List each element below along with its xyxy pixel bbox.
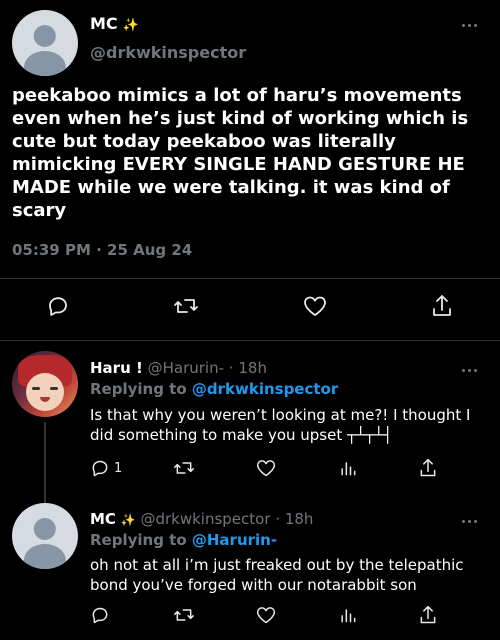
views-icon (341, 462, 356, 476)
views-icon (341, 609, 356, 623)
share-icon (420, 605, 436, 624)
divider (0, 278, 500, 279)
replying-to-link[interactable]: @drkwkinspector (192, 380, 338, 398)
tweet-text: Is that why you weren’t looking at me?! … (90, 406, 471, 444)
share-button[interactable] (430, 293, 454, 319)
separator: · (275, 510, 281, 528)
retweet-icon (174, 299, 198, 313)
author-name[interactable]: MC (90, 14, 118, 33)
more-icon[interactable] (458, 516, 480, 526)
replying-label: Replying to (90, 531, 187, 549)
like-button[interactable] (255, 458, 277, 478)
share-icon (420, 458, 436, 477)
like-button[interactable] (302, 294, 328, 318)
reply-button[interactable]: 1 (90, 458, 122, 478)
more-icon[interactable] (458, 20, 480, 30)
sparkles-icon: ✨ (122, 18, 139, 33)
views-button[interactable] (338, 458, 358, 478)
author-name[interactable]: MC (90, 510, 116, 528)
share-icon (433, 295, 451, 316)
like-button[interactable] (255, 605, 277, 625)
retweet-icon (174, 609, 194, 621)
reply-icon (49, 297, 67, 316)
avatar[interactable] (12, 351, 78, 417)
retweet-icon (174, 462, 194, 474)
retweet-button[interactable] (173, 458, 195, 478)
reply-button[interactable] (46, 294, 70, 318)
divider (0, 340, 500, 341)
author-name[interactable]: Haru ! (90, 359, 143, 377)
reply-count: 1 (114, 460, 123, 476)
tweet-text: peekaboo mimics a lot of haru’s movement… (12, 85, 469, 221)
reply-button[interactable] (90, 605, 110, 625)
author-handle[interactable]: @drkwkinspector (90, 43, 246, 62)
share-button[interactable] (418, 457, 438, 479)
thread-line (44, 422, 46, 504)
tweet-timestamp[interactable]: 05:39 PM · 25 Aug 24 (12, 241, 192, 259)
avatar[interactable] (12, 503, 78, 569)
retweet-button[interactable] (173, 605, 195, 625)
post-time[interactable]: 18h (238, 359, 267, 377)
avatar[interactable] (12, 10, 78, 76)
separator: · (228, 359, 234, 377)
post-time[interactable]: 18h (285, 510, 314, 528)
author-handle[interactable]: @Harurin- (148, 359, 224, 377)
tweet-text: oh not at all i’m just freaked out by th… (90, 556, 464, 594)
reply-icon (92, 607, 108, 624)
heart-icon (304, 296, 326, 316)
reply-icon (92, 460, 108, 477)
heart-icon (256, 460, 276, 477)
more-icon[interactable] (458, 365, 480, 375)
replying-label: Replying to (90, 380, 187, 398)
share-button[interactable] (418, 604, 438, 626)
retweet-button[interactable] (173, 294, 199, 318)
views-button[interactable] (338, 605, 358, 625)
sparkles-icon: ✨ (120, 513, 136, 527)
author-handle[interactable]: @drkwkinspector (140, 510, 270, 528)
heart-icon (256, 607, 276, 624)
replying-to-link[interactable]: @Harurin- (192, 531, 277, 549)
